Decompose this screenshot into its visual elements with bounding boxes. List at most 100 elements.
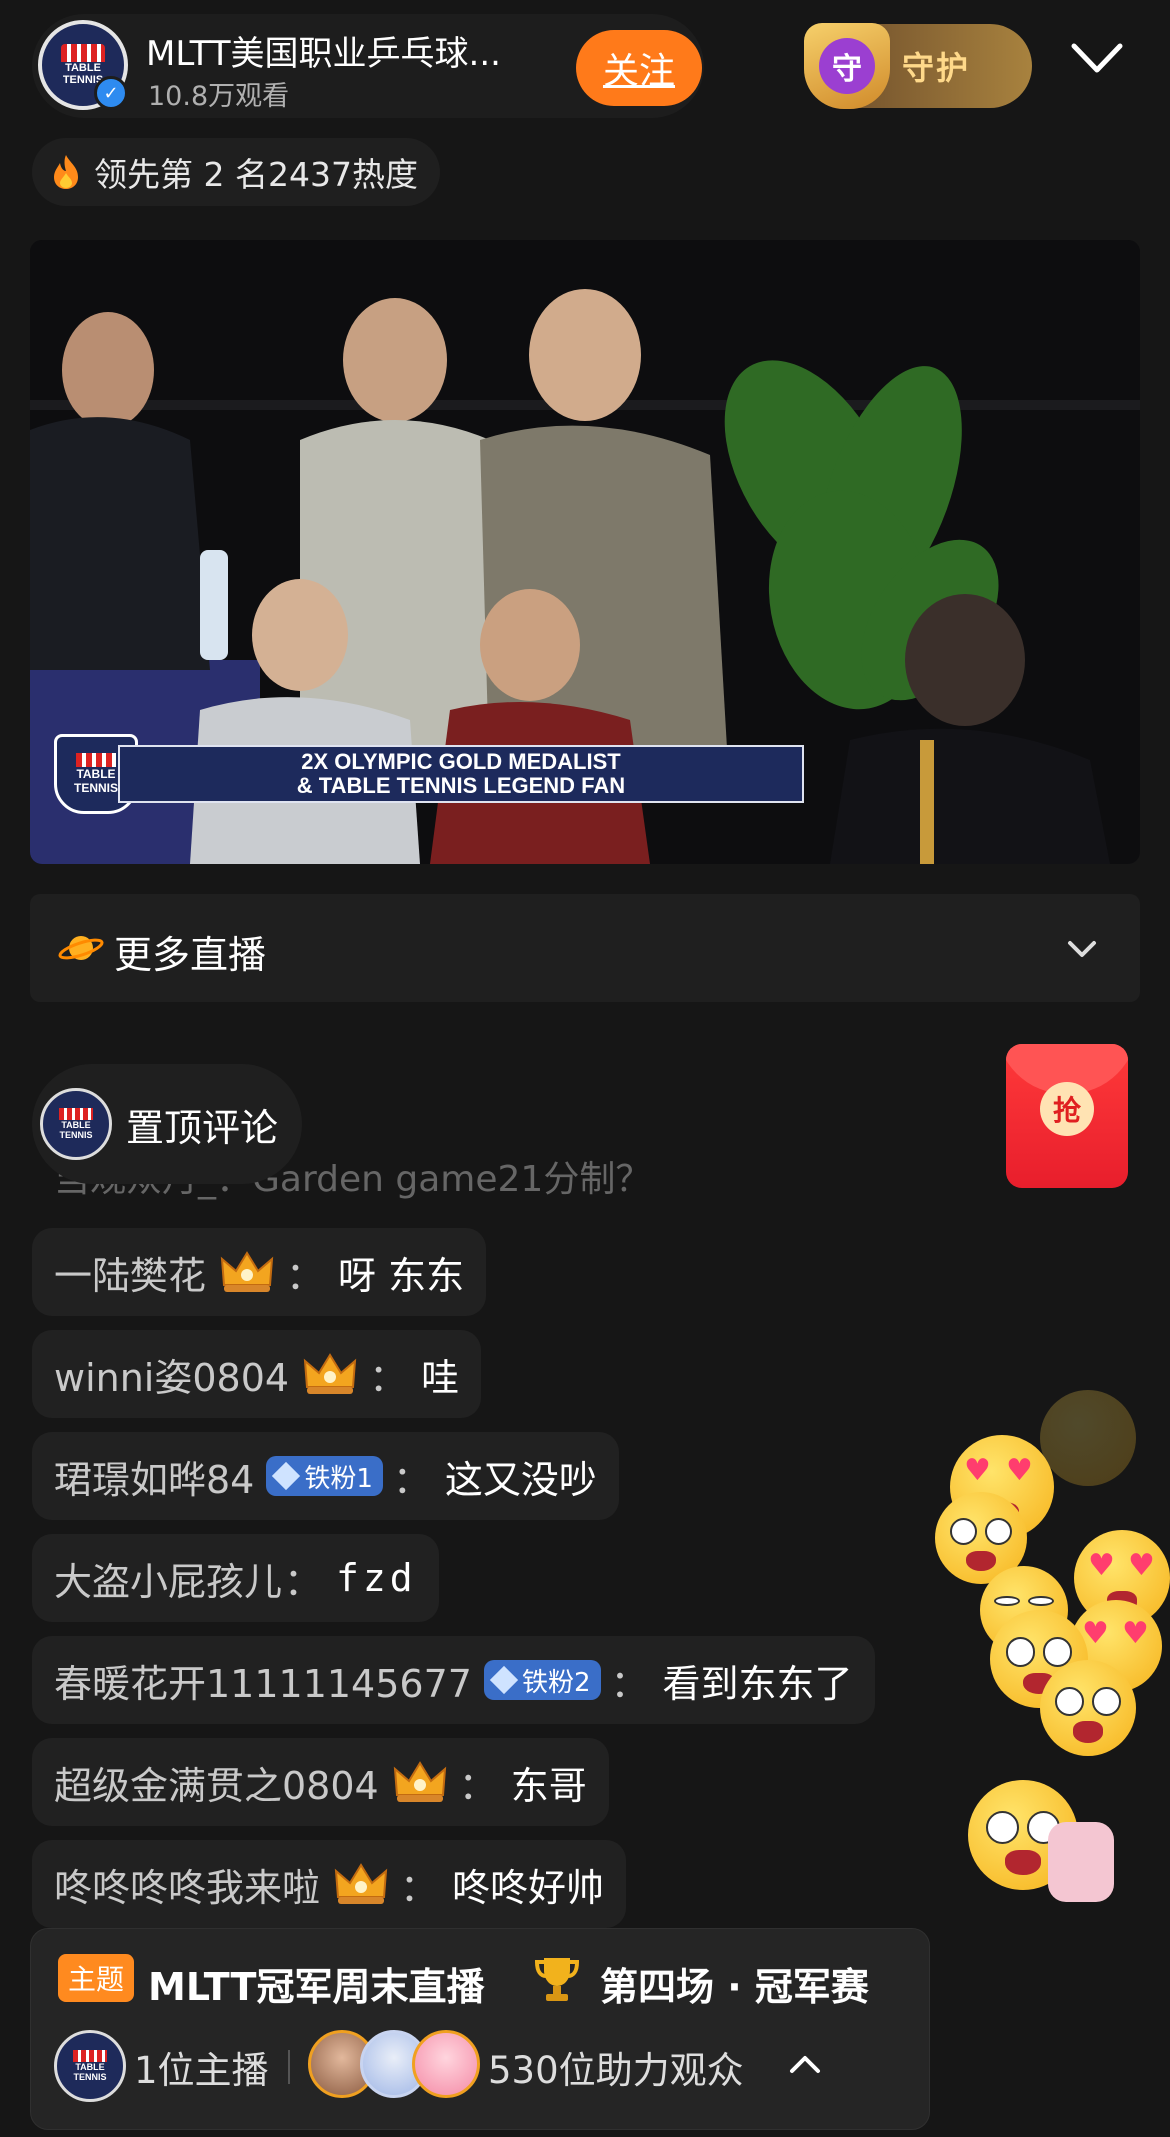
fan-badge: 铁粉2	[483, 1660, 601, 1700]
host-logo-text-1: TABLE	[75, 2062, 105, 2072]
emoji-icon	[1040, 1390, 1136, 1486]
chevron-up-icon[interactable]	[788, 2052, 822, 2076]
follow-button[interactable]: 关注	[576, 30, 702, 106]
comment-colon: ：	[284, 1559, 323, 1604]
comment-colon: ：	[458, 1763, 497, 1808]
viewer-count: 10.8万观看	[148, 81, 290, 112]
comment-user[interactable]: 珺璟如晔84	[54, 1449, 254, 1504]
comment-row[interactable]: 春暖花开11111145677 铁粉2 ： 看到东东了	[32, 1636, 875, 1724]
emoji-mouth	[1072, 1721, 1104, 1743]
comment-user[interactable]: 春暖花开11111145677	[54, 1653, 472, 1708]
comment-colon: ：	[610, 1661, 649, 1706]
comment-user[interactable]: 一陆樊花	[54, 1245, 206, 1300]
theme-title[interactable]: MLTT冠军周末直播	[148, 1956, 484, 2011]
guard-label: 守护	[902, 49, 971, 87]
logo-stripes	[73, 2050, 107, 2062]
heart-icon: ♥	[1088, 1548, 1115, 1583]
host-avatar[interactable]: TABLE TENNIS	[54, 2030, 126, 2102]
crown-icon	[334, 1863, 388, 1904]
pinned-logo-text-2: TENNIS	[59, 1130, 93, 1140]
logo-stripes	[59, 1108, 93, 1120]
heart-icon: ♥	[1122, 1616, 1149, 1651]
fan-badge-label: 铁粉2	[521, 1667, 591, 1698]
shield-icon: 守	[804, 23, 890, 109]
comment-colon: ：	[369, 1355, 408, 1400]
comment-user[interactable]: 超级金满贯之0804	[54, 1755, 379, 1810]
trophy-icon	[534, 1958, 580, 2001]
crown-icon	[303, 1353, 357, 1394]
emoji-eye	[984, 1517, 1013, 1546]
channel-name[interactable]: MLTT美国职业乒乓球...	[146, 26, 501, 75]
fan-badge: 铁粉1	[266, 1456, 383, 1496]
heat-rank-badge[interactable]: 领先第 2 名2437热度	[32, 138, 440, 206]
pinned-comment-button[interactable]: TABLE TENNIS 置顶评论	[32, 1064, 303, 1184]
guard-button[interactable]: 守 守护	[804, 23, 1032, 109]
comment-row[interactable]: 大盗小屁孩儿 ： fzd	[32, 1534, 439, 1622]
comment-row[interactable]: winni姿0804 ： 哇	[32, 1330, 482, 1418]
comment-colon: ：	[286, 1253, 325, 1298]
comment-text: fzd	[336, 1556, 417, 1600]
chevron-down-icon[interactable]	[1070, 40, 1124, 76]
video-logo-text-2: TENNIS	[73, 781, 118, 795]
emoji-eye	[1091, 1686, 1121, 1716]
comment-colon: ：	[400, 1865, 439, 1910]
emoji-eye	[994, 1595, 1021, 1607]
comment-user[interactable]: winni姿0804	[54, 1347, 289, 1402]
video-logo-text-1: TABLE	[76, 767, 116, 781]
comment-row[interactable]: 一陆樊花 ： 呀 东东	[32, 1228, 487, 1316]
logo-stripes	[61, 44, 105, 62]
planet-icon	[58, 936, 104, 960]
emoji-eye	[985, 1810, 1019, 1844]
comment-text: 呀 东东	[338, 1253, 465, 1298]
comment-user[interactable]: 咚咚咚咚我来啦	[54, 1857, 320, 1912]
comment-text: 这又没吵	[444, 1457, 597, 1502]
comment-row[interactable]: 珺璟如晔84 铁粉1 ： 这又没吵	[32, 1432, 619, 1520]
logo-text-1: TABLE	[65, 62, 101, 74]
emoji-eye	[1027, 1595, 1054, 1607]
comment-text: 东哥	[510, 1763, 587, 1808]
crown-icon	[393, 1761, 446, 1802]
host-count[interactable]: 1位主播	[134, 2040, 269, 2094]
crown-icon	[220, 1251, 274, 1292]
surprised-emoji-icon	[1040, 1660, 1136, 1756]
pinned-comment-label: 置顶评论	[126, 1105, 279, 1150]
heart-icon: ♥	[1128, 1548, 1155, 1583]
red-packet-button[interactable]: 抢	[1006, 1044, 1128, 1188]
pinned-logo-text-1: TABLE	[61, 1120, 91, 1130]
theme-subtitle: 第四场 · 冠军赛	[600, 1965, 869, 2009]
supporter-count[interactable]: 530位助力观众	[488, 2040, 744, 2094]
chevron-down-icon[interactable]	[1066, 938, 1098, 960]
diamond-icon	[272, 1461, 301, 1491]
heart-icon: ♥	[964, 1453, 991, 1488]
comment-row[interactable]: 超级金满贯之0804 ： 东哥	[32, 1738, 609, 1826]
comment-user[interactable]: 大盗小屁孩儿	[54, 1551, 282, 1606]
divider	[288, 2050, 290, 2084]
thumbs-up-icon	[1048, 1822, 1114, 1902]
comment-row[interactable]: 咚咚咚咚我来啦 ： 咚咚好帅	[32, 1840, 627, 1928]
host-logo-text-2: TENNIS	[73, 2072, 107, 2082]
banner-line-1: 2X OLYMPIC GOLD MEDALIST	[301, 749, 621, 774]
emoji-eye	[1055, 1686, 1085, 1716]
fan-badge-label: 铁粉1	[304, 1463, 373, 1494]
heat-text: 领先第 2 名2437热度	[94, 155, 418, 194]
supporter-avatar[interactable]	[412, 2030, 480, 2098]
video-caption-banner: 2X OLYMPIC GOLD MEDALIST & TABLE TENNIS …	[118, 745, 804, 803]
comment-text: 哇	[421, 1355, 460, 1400]
theme-tag: 主题	[58, 1954, 134, 2002]
emoji-mouth	[966, 1550, 996, 1572]
guard-badge-text: 守	[819, 38, 875, 94]
banner-line-2: & TABLE TENNIS LEGEND FAN	[296, 773, 626, 798]
diamond-icon	[489, 1665, 519, 1695]
comment-colon: ：	[392, 1457, 431, 1502]
more-live-label[interactable]: 更多直播	[114, 924, 266, 979]
comment-text: 看到东东了	[662, 1661, 853, 1706]
pinned-avatar: TABLE TENNIS	[40, 1088, 112, 1160]
comment-text: 咚咚好帅	[452, 1865, 605, 1910]
verified-icon: ✓	[94, 76, 128, 110]
live-video-player[interactable]: TABLE TENNIS 2X OLYMPIC GOLD MEDALIST & …	[30, 240, 1140, 864]
emoji-eye	[1042, 1637, 1073, 1667]
emoji-eye	[949, 1517, 978, 1546]
logo-stripes	[76, 753, 116, 767]
heart-icon: ♥	[1006, 1453, 1033, 1488]
emoji-mouth	[1005, 1850, 1041, 1875]
